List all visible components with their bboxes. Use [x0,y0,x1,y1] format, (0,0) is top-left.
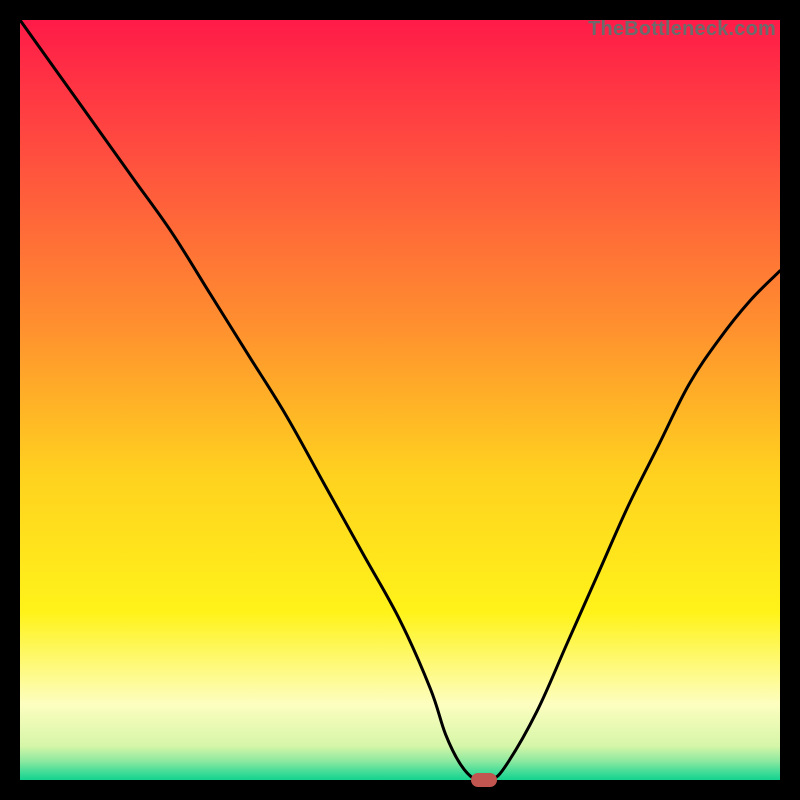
bottleneck-curve [20,20,780,780]
chart-frame: TheBottleneck.com [0,0,800,800]
curve-layer [20,20,780,780]
plot-area: TheBottleneck.com [20,20,780,780]
optimum-marker [471,773,497,787]
watermark-text: TheBottleneck.com [588,18,776,41]
